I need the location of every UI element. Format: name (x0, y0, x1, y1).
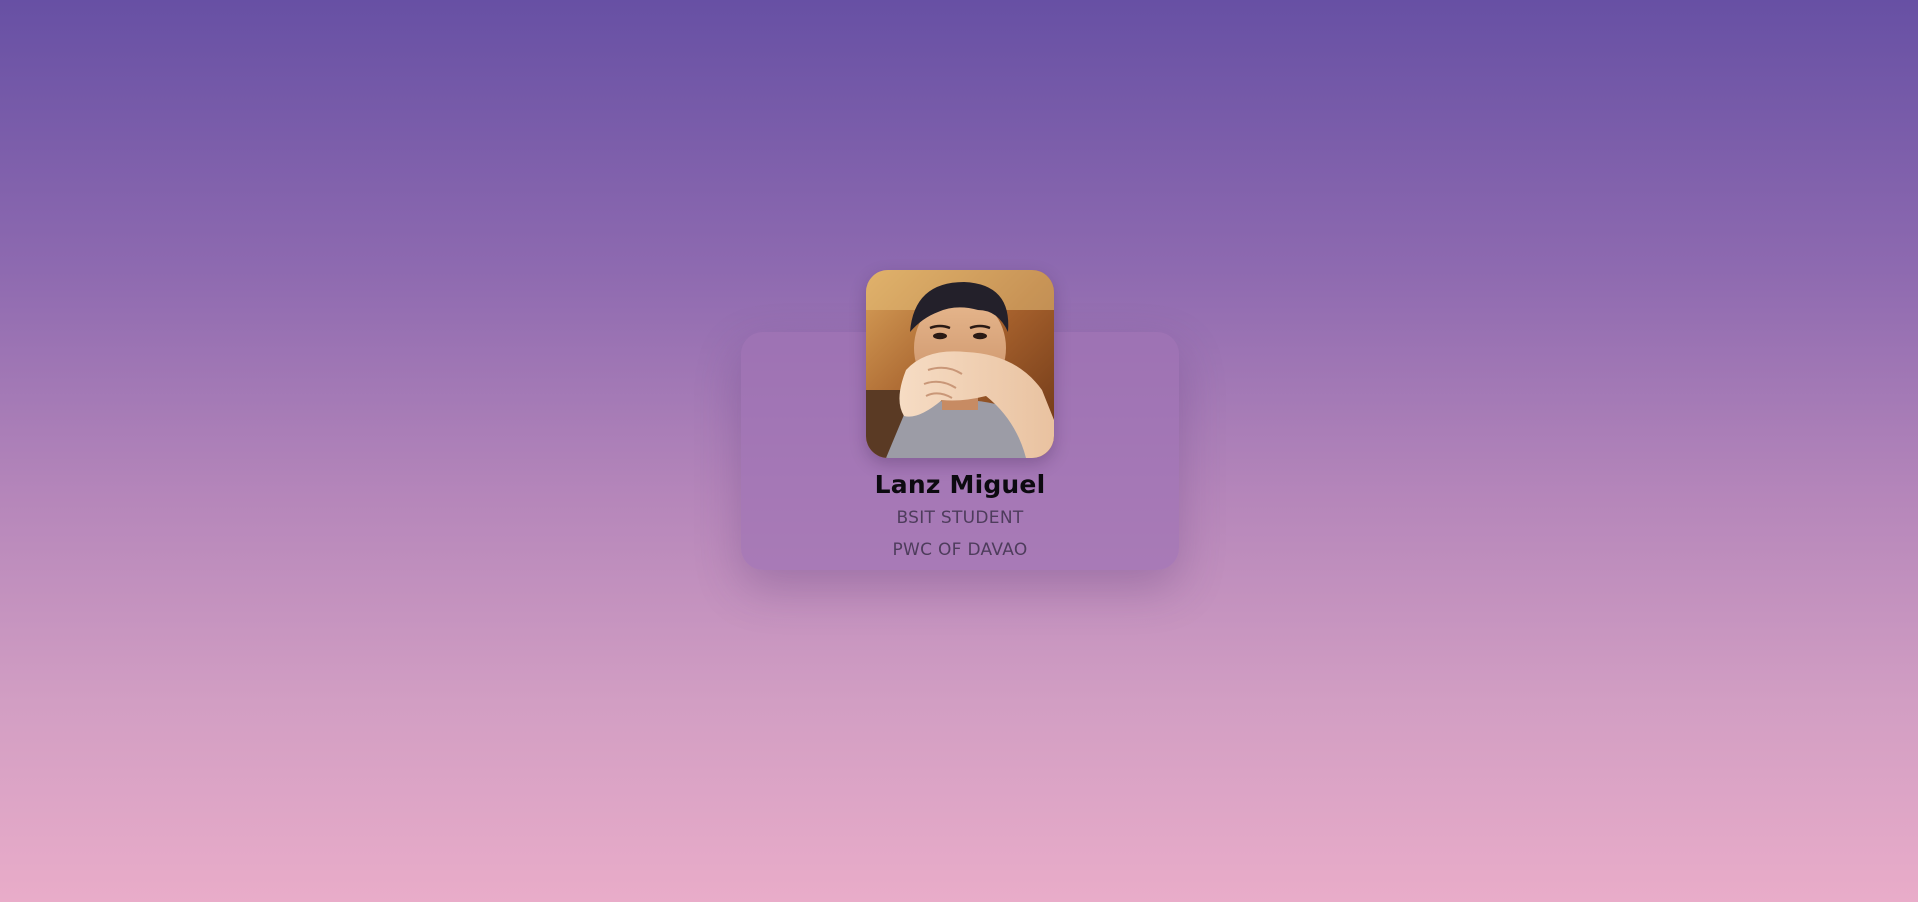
profile-school: PWC OF DAVAO (892, 540, 1028, 560)
profile-photo-icon (866, 270, 1054, 458)
profile-role: BSIT STUDENT (896, 508, 1024, 528)
profile-photo (866, 270, 1054, 458)
profile-name: Lanz Miguel (874, 470, 1046, 499)
